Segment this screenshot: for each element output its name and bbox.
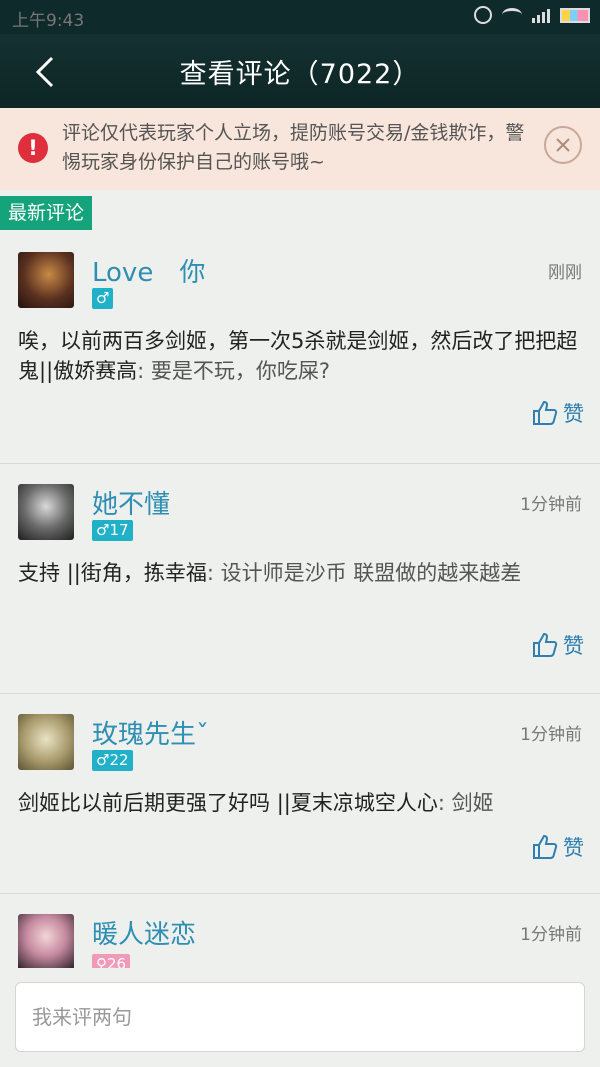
- reply-author[interactable]: ||夏末凉城空人心: [277, 791, 438, 815]
- status-icons: [474, 6, 590, 24]
- comment-time: 1分钟前: [520, 725, 582, 745]
- comment-item: 她不懂 ♂17 1分钟前 支持 ||街角，拣幸福: 设计师是沙币 联盟做的越来越…: [0, 464, 600, 694]
- warning-text: 评论仅代表玩家个人立场，提防账号交易/金钱欺诈，警惕玩家身份保护自己的账号哦~: [62, 122, 525, 173]
- comment-username[interactable]: Love 你: [92, 252, 205, 289]
- like-button[interactable]: 赞: [531, 398, 584, 428]
- wifi-icon: [502, 8, 522, 22]
- thumbs-up-icon: [533, 400, 558, 425]
- gender-badge: ♂: [92, 288, 114, 309]
- comment-username[interactable]: 暖人迷恋: [92, 914, 196, 951]
- comment-input-bar: [0, 968, 600, 1067]
- reply-text: : 要是不玩，你吃屎?: [137, 359, 331, 383]
- thumbs-up-icon: [533, 632, 558, 657]
- close-banner-button[interactable]: [544, 126, 582, 164]
- status-bar: 上午9:43: [0, 0, 600, 34]
- reply-text: : 设计师是沙币 联盟做的越来越差: [206, 561, 522, 585]
- reply-author[interactable]: ||傲娇赛高: [39, 359, 137, 383]
- comment-body: 剑姬比以前后期更强了好吗 ||夏末凉城空人心: 剑姬: [18, 788, 584, 818]
- exclamation-icon: !: [18, 133, 48, 163]
- reply-author[interactable]: ||街角，拣幸福: [67, 561, 207, 585]
- gender-badge: ♂17: [92, 520, 133, 541]
- comment-body: 支持 ||街角，拣幸福: 设计师是沙币 联盟做的越来越差: [18, 558, 584, 588]
- gender-badge: ♂22: [92, 750, 133, 771]
- comment-time: 1分钟前: [520, 925, 582, 945]
- comment-item: Love 你 ♂ 刚刚 唉，以前两百多剑姬，第一次5杀就是剑姬，然后改了把把超鬼…: [0, 232, 600, 464]
- alarm-icon: [474, 6, 492, 24]
- avatar[interactable]: [18, 714, 74, 770]
- comment-username[interactable]: 她不懂: [92, 484, 170, 521]
- comment-username[interactable]: 玫瑰先生ˇ: [92, 714, 209, 751]
- like-label: 赞: [563, 402, 584, 426]
- comment-body: 唉，以前两百多剑姬，第一次5杀就是剑姬，然后改了把把超鬼||傲娇赛高: 要是不玩…: [18, 326, 584, 386]
- like-label: 赞: [563, 836, 584, 860]
- gender-badge: ♀26: [92, 954, 131, 968]
- avatar[interactable]: [18, 252, 74, 308]
- comment-time: 刚刚: [548, 263, 582, 283]
- avatar[interactable]: [18, 914, 74, 968]
- comment-item: 暖人迷恋 ♀26 1分钟前: [0, 894, 600, 968]
- like-button[interactable]: 赞: [531, 630, 584, 660]
- thumbs-up-icon: [533, 834, 558, 859]
- page-title: 查看评论（7022）: [179, 59, 421, 90]
- signal-icon: [532, 7, 550, 23]
- comment-input[interactable]: [15, 982, 585, 1052]
- like-button[interactable]: 赞: [531, 832, 584, 862]
- comment-time: 1分钟前: [520, 495, 582, 515]
- close-icon: [556, 138, 570, 152]
- reply-text: : 剑姬: [437, 791, 494, 815]
- comment-item: 玫瑰先生ˇ ♂22 1分钟前 剑姬比以前后期更强了好吗 ||夏末凉城空人心: 剑…: [0, 694, 600, 894]
- section-label-latest: 最新评论: [0, 196, 93, 230]
- like-label: 赞: [563, 634, 584, 658]
- comment-text: 支持: [18, 561, 60, 585]
- avatar[interactable]: [18, 484, 74, 540]
- comment-text: 剑姬比以前后期更强了好吗: [18, 791, 270, 815]
- warning-banner: ! 评论仅代表玩家个人立场，提防账号交易/金钱欺诈，警惕玩家身份保护自己的账号哦…: [0, 108, 600, 190]
- battery-icon: [560, 7, 590, 23]
- header-bar: 查看评论（7022）: [0, 34, 600, 108]
